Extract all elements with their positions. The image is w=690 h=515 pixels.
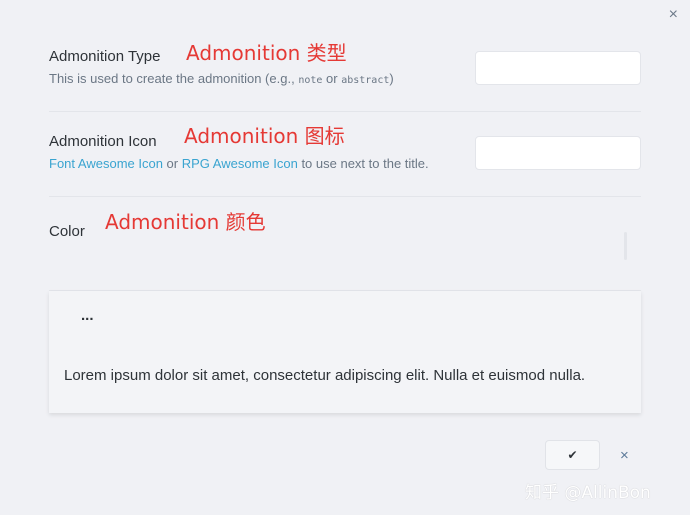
preview-body: Lorem ipsum dolor sit amet, consectetur … <box>64 367 586 384</box>
setting-admonition-icon: Admonition Icon Font Awesome Icon or RPG… <box>49 111 641 197</box>
desc-type-prefix: This is used to create the admonition (e… <box>49 71 299 86</box>
admonition-type-input[interactable] <box>475 51 641 85</box>
annotation-icon: Admonition 图标 <box>184 124 345 148</box>
color-scrollbar[interactable] <box>624 232 627 260</box>
desc-type-or: or <box>322 71 342 86</box>
code-note: note <box>298 75 323 86</box>
desc-icon-or: or <box>162 156 182 171</box>
admonition-preview: ... Lorem ipsum dolor sit amet, consecte… <box>49 291 641 413</box>
desc-type-suffix: ) <box>389 71 394 86</box>
watermark: 知乎 @AllinBon <box>525 483 651 503</box>
desc-icon-suffix: to use next to the title. <box>297 156 429 171</box>
admonition-icon-input[interactable] <box>475 136 641 170</box>
code-abstract: abstract <box>341 75 390 86</box>
cancel-button[interactable]: × <box>620 447 629 464</box>
font-awesome-link[interactable]: Font Awesome Icon <box>49 156 163 171</box>
check-icon: ✔ <box>567 448 578 462</box>
annotation-color: Admonition 颜色 <box>105 210 266 234</box>
modal-close-icon[interactable]: × <box>669 6 678 24</box>
annotation-type: Admonition 类型 <box>186 41 347 65</box>
rpg-awesome-link[interactable]: RPG Awesome Icon <box>182 156 298 171</box>
confirm-button[interactable]: ✔ <box>545 440 600 470</box>
preview-title: ... <box>81 307 94 324</box>
